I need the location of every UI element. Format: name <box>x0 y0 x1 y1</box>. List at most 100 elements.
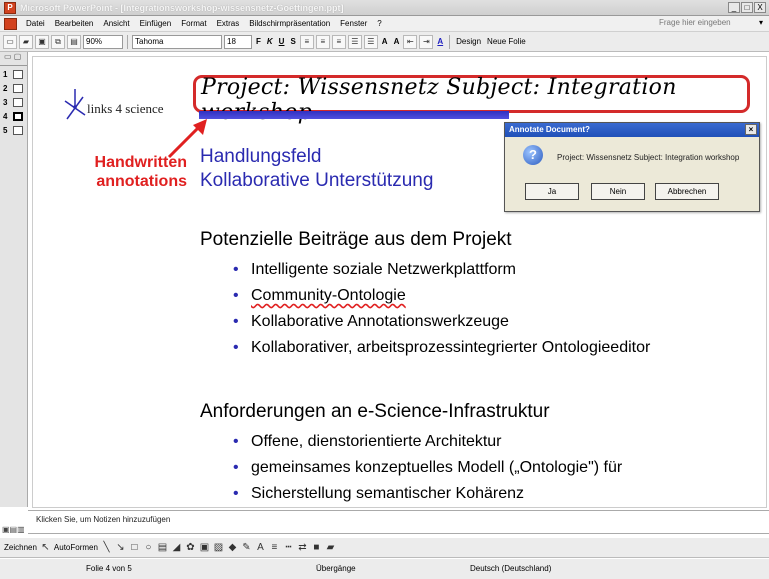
annotation-callout-label: Handwritten annotations <box>77 153 187 191</box>
list-item-continuation: Sicherstellung semantischer Kohärenz <box>229 481 622 507</box>
section-title-requirements: Anforderungen an e-Science-Infrastruktur <box>200 401 550 422</box>
no-button[interactable]: Nein <box>591 183 645 200</box>
toolbar-separator <box>449 34 451 49</box>
diagram-tool-icon[interactable]: ✿ <box>185 542 196 553</box>
open-icon[interactable]: ▰ <box>19 34 33 49</box>
minimize-button[interactable]: _ <box>728 2 740 13</box>
dialog-titlebar: Annotate Document? × <box>505 123 759 137</box>
arrow-style-icon[interactable]: ⇄ <box>297 542 308 553</box>
spellcheck-text: Community-Ontologie <box>251 287 406 304</box>
copy-icon[interactable]: ⧉ <box>51 34 65 49</box>
slide-thumbnail-image-active <box>13 111 23 121</box>
slide-thumbnail-4[interactable]: 4 <box>0 110 27 122</box>
logo-text: links 4 science <box>87 101 164 116</box>
font-select[interactable]: Tahoma <box>132 34 222 49</box>
slide-thumbnail-1[interactable]: 1 <box>0 68 27 80</box>
font-color-icon[interactable]: A <box>255 542 266 553</box>
drawing-toolbar: Zeichnen ↖ AutoFormen ╲ ↘ □ ○ ▤ ◢ ✿ ▣ ▨ … <box>0 538 769 558</box>
slide-thumbnail-3[interactable]: 3 <box>0 96 27 108</box>
slide-heading: Handlungsfeld Kollaborative Unterstützun… <box>200 145 433 193</box>
notes-pane[interactable]: Klicken Sie, um Notizen hinzuzufügen <box>28 510 769 534</box>
menu-ansicht[interactable]: Ansicht <box>98 19 134 28</box>
menu-fenster[interactable]: Fenster <box>335 19 372 28</box>
title-bar: P Microsoft PowerPoint - [Integrationswo… <box>0 0 769 16</box>
menu-datei[interactable]: Datei <box>21 19 50 28</box>
rectangle-tool-icon[interactable]: □ <box>129 542 140 553</box>
annotate-document-dialog: Annotate Document? × ? Project: Wissensn… <box>504 122 760 212</box>
section-title-contributions: Potenzielle Beiträge aus dem Projekt <box>200 229 512 250</box>
paste-icon[interactable]: ▤ <box>67 34 81 49</box>
bold-button[interactable]: F <box>254 37 263 46</box>
slide-thumbnail-image <box>13 125 23 135</box>
clipart-tool-icon[interactable]: ▣ <box>199 542 210 553</box>
oval-tool-icon[interactable]: ○ <box>143 542 154 553</box>
menu-format[interactable]: Format <box>176 19 211 28</box>
menu-bearbeiten[interactable]: Bearbeiten <box>50 19 99 28</box>
contributions-list: Intelligente soziale Netzwerkplattform C… <box>229 257 650 361</box>
view-switcher[interactable]: ▣▤▥ <box>0 525 28 537</box>
menu-bildschirmpraesentation[interactable]: Bildschirmpräsentation <box>244 19 335 28</box>
heading-line: Handlungsfeld <box>200 146 322 167</box>
question-icon: ? <box>523 145 543 165</box>
align-center-icon[interactable]: ≡ <box>315 34 330 49</box>
shadow-button[interactable]: S <box>288 37 297 46</box>
menu-extras[interactable]: Extras <box>212 19 245 28</box>
underline-button[interactable]: U <box>277 37 287 46</box>
textbox-tool-icon[interactable]: ▤ <box>157 542 168 553</box>
wordart-tool-icon[interactable]: ◢ <box>171 542 182 553</box>
dialog-message: Project: Wissensnetz Subject: Integratio… <box>557 153 740 162</box>
cancel-button[interactable]: Abbrechen <box>655 183 719 200</box>
annotation-label-line: annotations <box>96 173 187 190</box>
numbered-list-icon[interactable]: ☰ <box>347 34 362 49</box>
zoom-select[interactable]: 90% <box>83 34 123 49</box>
slide-number: 5 <box>3 125 8 135</box>
draw-menu-button[interactable]: Zeichnen <box>4 543 37 552</box>
fill-color-icon[interactable]: ◆ <box>227 542 238 553</box>
menu-help[interactable]: ? <box>372 19 386 28</box>
close-button[interactable]: X <box>754 2 766 13</box>
font-size-select[interactable]: 18 <box>224 34 252 49</box>
shrink-font-button[interactable]: A <box>392 37 402 46</box>
grow-font-button[interactable]: A <box>380 37 390 46</box>
bullet-list-icon[interactable]: ☰ <box>363 34 378 49</box>
powerpoint-app-icon[interactable]: P <box>4 1 16 14</box>
line-color-icon[interactable]: ✎ <box>241 542 252 553</box>
align-left-icon[interactable]: ≡ <box>299 34 314 49</box>
arrow-tool-icon[interactable]: ↘ <box>115 542 126 553</box>
italic-button[interactable]: K <box>265 37 275 46</box>
help-search-input[interactable]: Frage hier eingeben <box>659 18 745 30</box>
decrease-indent-icon[interactable]: ⇤ <box>403 34 418 49</box>
new-slide-button[interactable]: Neue Folie <box>485 37 528 46</box>
font-color-button[interactable]: A <box>435 37 445 46</box>
picture-tool-icon[interactable]: ▨ <box>213 542 224 553</box>
slide-thumbnail-2[interactable]: 2 <box>0 82 27 94</box>
slide-thumbnail-image <box>13 83 23 93</box>
slide-thumbnail-image <box>13 69 23 79</box>
save-icon[interactable]: ▣ <box>35 34 49 49</box>
autoshapes-menu-button[interactable]: AutoFormen <box>54 543 98 552</box>
dash-style-icon[interactable]: ┅ <box>283 542 294 553</box>
notes-placeholder: Klicken Sie, um Notizen hinzuzufügen <box>36 515 171 524</box>
3d-style-icon[interactable]: ▰ <box>325 542 336 553</box>
menu-einfuegen[interactable]: Einfügen <box>135 19 177 28</box>
standard-toolbar: ▭ ▰ ▣ ⧉ ▤ 90% Tahoma 18 F K U S ≡ ≡ ≡ ☰ … <box>0 32 769 52</box>
yes-button[interactable]: Ja <box>525 183 579 200</box>
line-tool-icon[interactable]: ╲ <box>101 542 112 553</box>
slide-thumbnail-5[interactable]: 5 <box>0 124 27 136</box>
dialog-close-icon[interactable]: × <box>745 124 757 135</box>
design-button[interactable]: Design <box>454 37 483 46</box>
slide-number: 3 <box>3 97 8 107</box>
document-icon[interactable] <box>4 17 17 30</box>
outline-slides-tabs[interactable]: ▭ ▢ <box>0 52 27 66</box>
shadow-style-icon[interactable]: ■ <box>311 542 322 553</box>
line-style-icon[interactable]: ≡ <box>269 542 280 553</box>
list-item: Kollaborative Annotationswerkzeuge <box>229 309 650 335</box>
design-status: Übergänge <box>316 564 356 573</box>
slide-thumbnail-image <box>13 97 23 107</box>
align-right-icon[interactable]: ≡ <box>331 34 346 49</box>
help-dropdown-icon[interactable]: ▾ <box>759 18 763 27</box>
maximize-button[interactable]: □ <box>741 2 753 13</box>
increase-indent-icon[interactable]: ⇥ <box>419 34 434 49</box>
select-pointer-icon[interactable]: ↖ <box>40 542 51 553</box>
new-icon[interactable]: ▭ <box>3 34 17 49</box>
